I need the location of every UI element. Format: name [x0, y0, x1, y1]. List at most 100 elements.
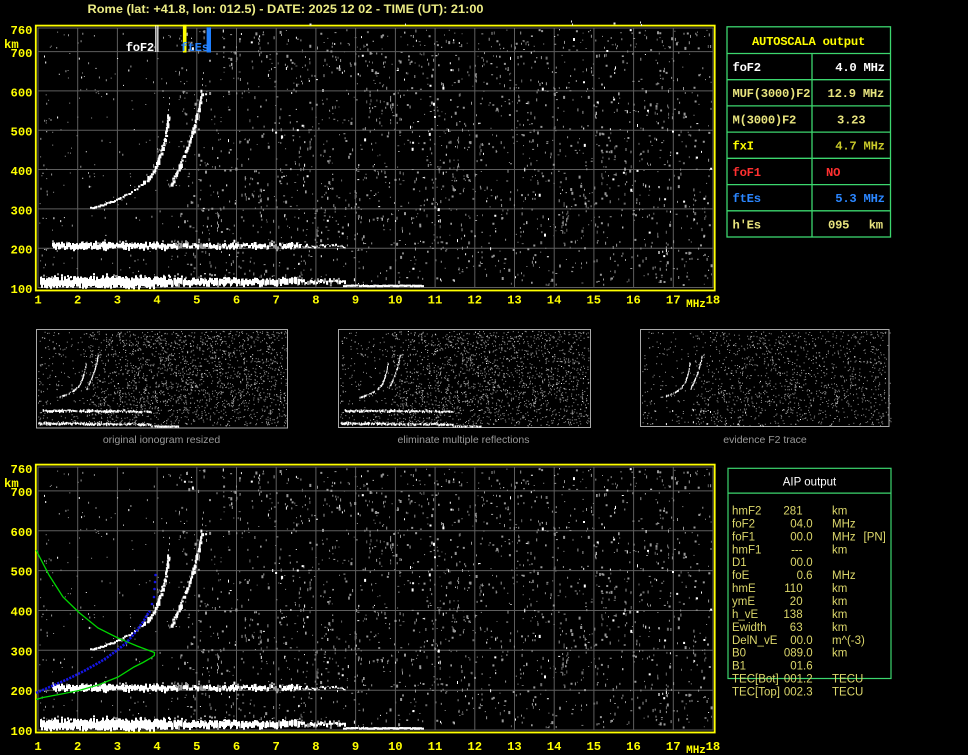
- svg-text:hmE: hmE: [732, 583, 756, 595]
- svg-text:17: 17: [666, 293, 681, 307]
- svg-text:5: 5: [193, 740, 200, 754]
- svg-text:DelN_vE: DelN_vE: [732, 635, 778, 647]
- svg-text:2: 2: [74, 740, 81, 754]
- svg-text:TECU: TECU: [832, 674, 863, 686]
- svg-text:12: 12: [467, 740, 482, 754]
- svg-text:18: 18: [706, 740, 721, 754]
- svg-text:3: 3: [114, 293, 121, 307]
- svg-text:4.0 MHz: 4.0 MHz: [835, 61, 884, 75]
- svg-text:4: 4: [153, 740, 160, 754]
- svg-text:km: km: [832, 596, 847, 608]
- svg-text:ymE: ymE: [732, 596, 755, 608]
- svg-text:0.6: 0.6: [797, 570, 813, 582]
- svg-text:01.6: 01.6: [790, 661, 812, 673]
- svg-text:h'Es: h'Es: [733, 218, 761, 232]
- svg-text:5.3 MHz: 5.3 MHz: [835, 192, 884, 206]
- svg-text:600: 600: [11, 526, 33, 540]
- svg-text:63: 63: [790, 622, 803, 634]
- svg-text:10: 10: [388, 293, 403, 307]
- svg-text:foF2: foF2: [126, 41, 154, 55]
- svg-text:200: 200: [11, 685, 33, 699]
- svg-text:13: 13: [507, 293, 522, 307]
- svg-text:00.0: 00.0: [790, 531, 812, 543]
- svg-text:m^(-3): m^(-3): [832, 635, 865, 647]
- svg-text:km: km: [832, 622, 847, 634]
- svg-text:760: 760: [11, 24, 33, 38]
- svg-text:3: 3: [114, 740, 121, 754]
- svg-text:5: 5: [193, 293, 200, 307]
- svg-text:17: 17: [666, 740, 681, 754]
- svg-text:7: 7: [273, 293, 280, 307]
- svg-text:2: 2: [74, 293, 81, 307]
- svg-text:TEC[Bot]: TEC[Bot]: [732, 674, 779, 686]
- svg-text:13: 13: [507, 740, 522, 754]
- svg-text:9: 9: [352, 740, 359, 754]
- svg-text:eliminate multiple reflections: eliminate multiple reflections: [398, 434, 530, 446]
- svg-text:ftEs: ftEs: [733, 192, 761, 206]
- svg-text:hmF2: hmF2: [732, 506, 761, 518]
- svg-text:h_vE: h_vE: [732, 609, 759, 621]
- svg-text:Ewidth: Ewidth: [732, 622, 767, 634]
- svg-text:300: 300: [11, 645, 33, 659]
- svg-text:281: 281: [783, 506, 802, 518]
- svg-text:500: 500: [11, 126, 33, 140]
- svg-text:700: 700: [11, 486, 33, 500]
- svg-text:km: km: [869, 218, 883, 232]
- svg-text:760: 760: [11, 463, 33, 477]
- svg-text:B1: B1: [732, 661, 746, 673]
- svg-text:200: 200: [11, 244, 33, 258]
- svg-text:12: 12: [467, 293, 482, 307]
- svg-text:AIP output: AIP output: [783, 476, 837, 488]
- svg-text:15: 15: [586, 293, 601, 307]
- svg-text:foF2: foF2: [732, 518, 755, 530]
- svg-text:MHz: MHz: [832, 518, 856, 530]
- svg-text:NO: NO: [826, 166, 840, 180]
- svg-text:km: km: [832, 648, 847, 660]
- svg-text:11: 11: [428, 740, 443, 754]
- svg-text:D1: D1: [732, 557, 747, 569]
- svg-text:evidence F2 trace: evidence F2 trace: [723, 434, 807, 446]
- svg-text:14: 14: [547, 740, 562, 754]
- svg-text:002.3: 002.3: [784, 687, 813, 699]
- svg-text:foF1: foF1: [733, 166, 761, 180]
- svg-text:15: 15: [586, 740, 601, 754]
- svg-text:089.0: 089.0: [784, 648, 813, 660]
- svg-text:---: ---: [791, 544, 803, 556]
- svg-text:300: 300: [11, 204, 33, 218]
- svg-text:11: 11: [428, 293, 443, 307]
- svg-text:16: 16: [626, 293, 641, 307]
- svg-text:8: 8: [312, 740, 319, 754]
- svg-text:400: 400: [11, 606, 33, 620]
- svg-text:10: 10: [388, 740, 403, 754]
- svg-text:AUTOSCALA output: AUTOSCALA output: [752, 35, 865, 49]
- svg-text:B0: B0: [732, 648, 746, 660]
- svg-text:MHz: MHz: [686, 299, 706, 311]
- svg-text:TEC[Top]: TEC[Top]: [732, 687, 780, 699]
- svg-text:18: 18: [706, 293, 721, 307]
- svg-text:100: 100: [11, 283, 33, 297]
- svg-text:4.7 MHz: 4.7 MHz: [835, 140, 884, 154]
- svg-text:MHz: MHz: [832, 531, 856, 543]
- svg-text:MHz: MHz: [832, 570, 856, 582]
- svg-text:MUF(3000)F2: MUF(3000)F2: [733, 87, 811, 101]
- svg-text:M(3000)F2: M(3000)F2: [733, 113, 797, 127]
- svg-text:km: km: [832, 506, 847, 518]
- svg-text:foE: foE: [732, 570, 750, 582]
- svg-text:ftEs: ftEs: [181, 41, 209, 55]
- svg-text:[PN]: [PN]: [864, 531, 886, 543]
- svg-text:700: 700: [11, 47, 33, 61]
- svg-text:foF1: foF1: [732, 531, 755, 543]
- svg-text:500: 500: [11, 566, 33, 580]
- svg-text:9: 9: [352, 293, 359, 307]
- svg-text:16: 16: [626, 740, 641, 754]
- svg-text:110: 110: [784, 583, 802, 595]
- svg-text:00.0: 00.0: [790, 557, 812, 569]
- svg-text:6: 6: [233, 293, 240, 307]
- svg-text:20: 20: [790, 596, 803, 608]
- svg-text:1: 1: [34, 740, 41, 754]
- svg-text:foF2: foF2: [733, 61, 761, 75]
- svg-text:138: 138: [783, 609, 802, 621]
- svg-text:MHz: MHz: [686, 745, 706, 755]
- svg-text:km: km: [832, 609, 847, 621]
- svg-text:001.2: 001.2: [784, 674, 813, 686]
